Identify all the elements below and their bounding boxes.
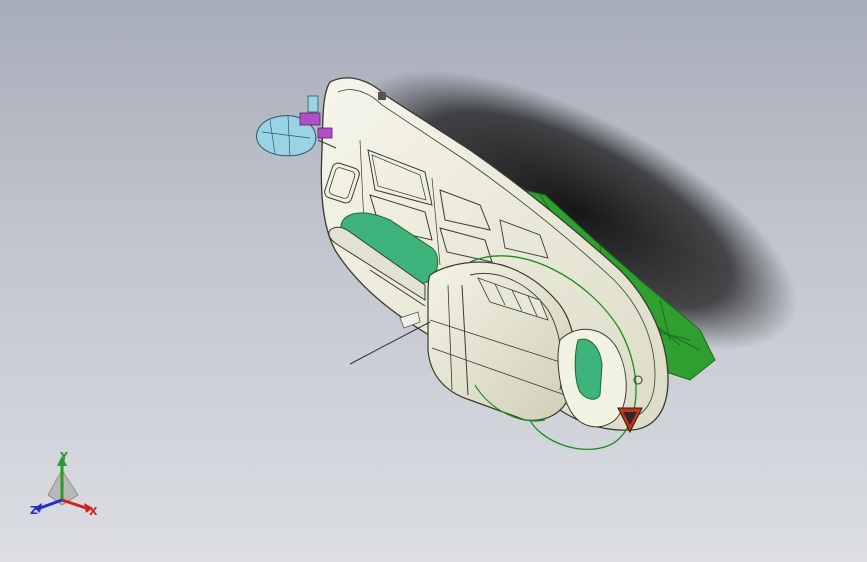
- model-canvas[interactable]: □: [0, 0, 867, 562]
- coordinate-triad-icon: [34, 456, 93, 513]
- graphics-viewport[interactable]: □: [0, 0, 867, 562]
- antenna-part: [378, 92, 386, 100]
- annotation-leader-line: [349, 321, 431, 365]
- triad-z-label: Z: [30, 504, 38, 517]
- triad-x-label: X: [89, 505, 98, 518]
- triad-y-label: Y: [60, 450, 68, 463]
